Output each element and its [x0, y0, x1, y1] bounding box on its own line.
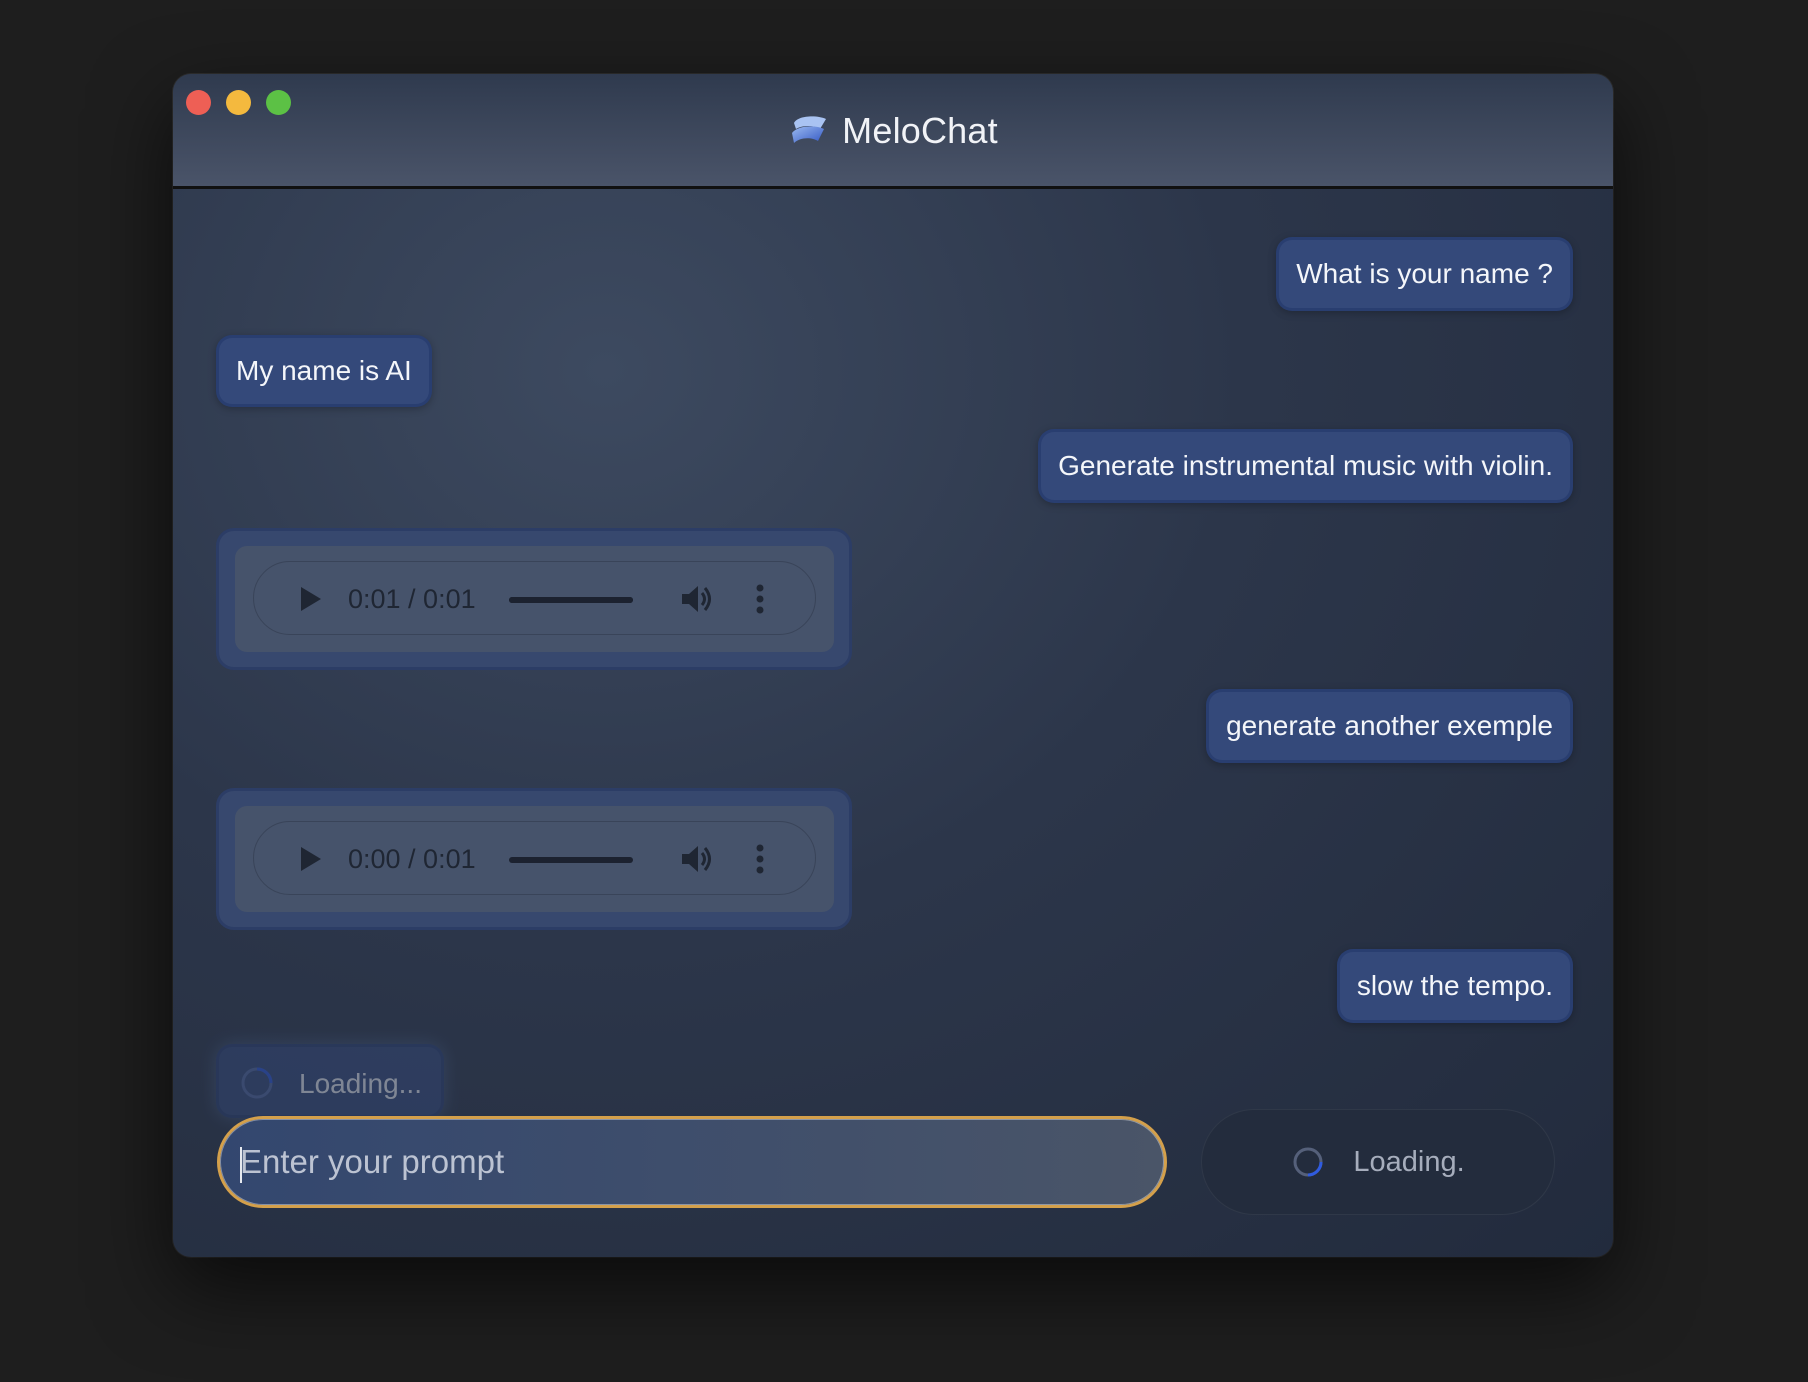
more-options-icon[interactable]: [755, 583, 765, 615]
spinner-icon: [241, 1067, 273, 1099]
audio-time: 0:00 / 0:01: [348, 844, 476, 874]
audio-progress-slider[interactable]: [509, 597, 633, 603]
user-message: Generate instrumental music with violin.: [1038, 429, 1573, 503]
message-text: My name is AI: [236, 355, 412, 386]
melochat-logo-icon: [792, 116, 827, 143]
message-text: Generate instrumental music with violin.: [1058, 450, 1553, 481]
spinner-icon: [1293, 1147, 1323, 1177]
message-text: What is your name ?: [1296, 258, 1553, 289]
play-icon[interactable]: [297, 846, 323, 872]
audio-progress-slider[interactable]: [509, 857, 633, 863]
send-button-label: Loading.: [1353, 1145, 1465, 1178]
audio-time: 0:01 / 0:01: [348, 584, 476, 614]
text-caret: [240, 1147, 242, 1183]
user-message: generate another exemple: [1206, 689, 1573, 763]
prompt-input[interactable]: [220, 1119, 1164, 1205]
prompt-field[interactable]: [217, 1116, 1167, 1208]
volume-icon[interactable]: [680, 584, 714, 614]
play-icon[interactable]: [297, 586, 323, 612]
user-message: slow the tempo.: [1336, 949, 1573, 1023]
assistant-audio-message: 0:01 / 0:01: [216, 528, 852, 670]
message-text: generate another exemple: [1226, 710, 1553, 741]
more-options-icon[interactable]: [755, 843, 765, 875]
assistant-audio-message: 0:00 / 0:01: [216, 788, 852, 930]
volume-icon[interactable]: [680, 844, 714, 874]
loading-text: Loading...: [299, 1068, 422, 1099]
app-title: MeloChat: [842, 110, 998, 151]
user-message: What is your name ?: [1276, 237, 1573, 311]
assistant-loading-message: Loading...: [216, 1044, 444, 1118]
app-window: MeloChat What is your name ? My name is …: [173, 74, 1613, 1257]
send-button[interactable]: Loading.: [1201, 1109, 1555, 1215]
message-text: slow the tempo.: [1356, 970, 1553, 1001]
assistant-message: My name is AI: [216, 335, 432, 407]
title-bar: MeloChat: [173, 74, 1613, 189]
app-brand: MeloChat: [173, 110, 1613, 152]
audio-player[interactable]: 0:01 / 0:01: [235, 546, 834, 652]
audio-player[interactable]: 0:00 / 0:01: [235, 806, 834, 912]
